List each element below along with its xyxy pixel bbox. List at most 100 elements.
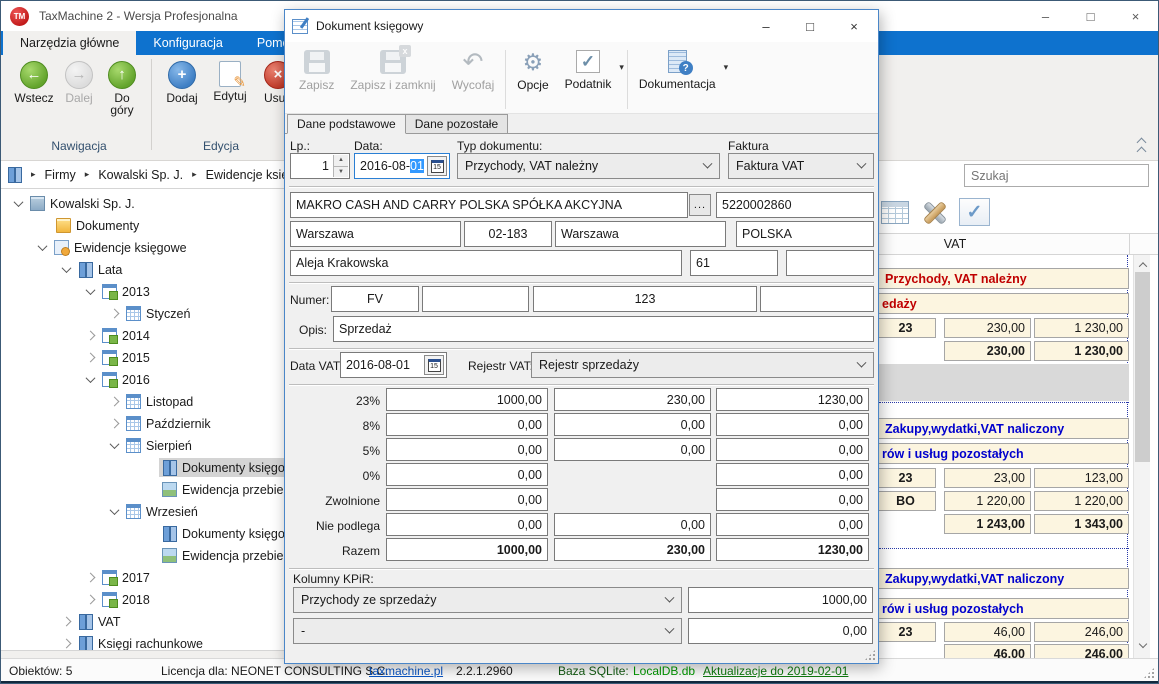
tree-item-pazdziernik[interactable]: Październik xyxy=(111,413,214,434)
street-field[interactable]: Aleja Krakowska xyxy=(290,250,682,276)
chevron-down-icon[interactable] xyxy=(86,285,96,295)
net-total-field[interactable]: 1000,00 xyxy=(386,538,548,561)
up-button[interactable]: ↑ Do góry xyxy=(101,61,143,116)
collapse-ribbon-icon[interactable] xyxy=(1136,137,1146,147)
tree-item-dokumenty[interactable]: Dokumenty xyxy=(53,215,142,236)
date-field[interactable]: 2016-08-01 15 xyxy=(354,153,450,179)
gross-amount-cell[interactable]: 246,00 xyxy=(1034,622,1129,642)
vat-amount-cell[interactable]: 230,00 xyxy=(944,318,1031,338)
tools-icon[interactable] xyxy=(920,199,948,225)
tree-item-2018[interactable]: 2018 xyxy=(87,589,153,610)
gross-total-cell[interactable]: 1 343,00 xyxy=(1034,514,1129,534)
tree-item-2017[interactable]: 2017 xyxy=(87,567,153,588)
gross-amount-cell[interactable]: 1 220,00 xyxy=(1034,491,1129,511)
dialog-minimize-button[interactable]: – xyxy=(744,10,788,42)
kpir-column1-select[interactable]: Przychody ze sprzedaży xyxy=(293,587,682,613)
gross-field[interactable]: 0,00 xyxy=(716,513,869,536)
chevron-down-icon[interactable] xyxy=(86,373,96,383)
gross-amount-cell[interactable]: 1 230,00 xyxy=(1034,318,1129,338)
add-button[interactable]: + Dodaj xyxy=(159,61,205,104)
tree-item-styczen[interactable]: Styczeń xyxy=(111,303,193,324)
net-field[interactable]: 0,00 xyxy=(386,438,548,461)
chevron-right-icon[interactable] xyxy=(110,309,120,319)
kpir-value1-field[interactable]: 1000,00 xyxy=(688,587,873,613)
back-button[interactable]: ← Wstecz xyxy=(11,61,57,104)
tree-item-dokumenty-ksiegowe[interactable]: Dokumenty księgowe xyxy=(159,457,304,478)
kpir-value2-field[interactable]: 0,00 xyxy=(688,618,873,644)
net-field[interactable]: 0,00 xyxy=(386,513,548,536)
post-city-field[interactable]: Warszawa xyxy=(555,221,726,247)
contractor-name-field[interactable]: MAKRO CASH AND CARRY POLSKA SPÓŁKA AKCYJ… xyxy=(290,192,688,218)
vat-field[interactable]: 0,00 xyxy=(554,438,711,461)
updates-link[interactable]: Aktualizacje do 2019-02-01 xyxy=(703,664,848,678)
scroll-up-icon[interactable] xyxy=(1134,257,1151,272)
vat-field[interactable]: 0,00 xyxy=(554,413,711,436)
chevron-right-icon[interactable] xyxy=(86,331,96,341)
minimize-button[interactable]: – xyxy=(1023,1,1068,31)
doc-type-cell[interactable]: Zakupy,wydatki,VAT naliczony xyxy=(879,568,1129,589)
edit-button[interactable]: ✎ Edytuj xyxy=(207,61,253,102)
tree-item-ewidencje-ksiegowe[interactable]: Ewidencje księgowe xyxy=(39,237,190,258)
maximize-button[interactable]: □ xyxy=(1068,1,1113,31)
vat-total-cell[interactable]: 230,00 xyxy=(944,341,1031,361)
number-part3-field[interactable]: 123 xyxy=(533,286,757,312)
doc-type-cell[interactable]: Zakupy,wydatki,VAT naliczony xyxy=(879,418,1129,439)
chevron-down-icon[interactable] xyxy=(62,263,72,273)
chevron-right-icon[interactable] xyxy=(62,617,72,627)
net-field[interactable]: 0,00 xyxy=(386,463,548,486)
number-part1-field[interactable]: FV xyxy=(331,286,419,312)
number-part4-field[interactable] xyxy=(760,286,874,312)
tree-item-sierpien[interactable]: Sierpień xyxy=(111,435,195,456)
register-cell[interactable]: rów i usług pozostałych xyxy=(879,598,1129,619)
description-field[interactable]: Sprzedaż xyxy=(333,316,874,342)
rate-cell[interactable]: 23 xyxy=(879,622,936,642)
contractor-lookup-button[interactable]: ... xyxy=(689,194,711,216)
net-field[interactable]: 1000,00 xyxy=(386,388,548,411)
rate-cell[interactable]: 23 xyxy=(879,468,936,488)
chevron-down-icon[interactable] xyxy=(14,197,24,207)
breadcrumb-item-firmy[interactable]: Firmy xyxy=(45,168,76,182)
tree-item-vat[interactable]: VAT xyxy=(63,611,123,632)
breadcrumb-item-kowalski[interactable]: Kowalski Sp. J. xyxy=(98,168,183,182)
doc-type-select[interactable]: Przychody, VAT należny xyxy=(457,153,720,179)
register-cell[interactable]: edaży xyxy=(879,293,1129,314)
chevron-right-icon[interactable] xyxy=(110,397,120,407)
options-button[interactable]: ⚙ Opcje xyxy=(509,50,556,92)
vat-amount-cell[interactable]: 1 220,00 xyxy=(944,491,1031,511)
chevron-down-icon[interactable] xyxy=(38,241,48,251)
gross-field[interactable]: 0,00 xyxy=(716,413,869,436)
chevron-right-icon[interactable] xyxy=(86,573,96,583)
kpir-column2-select[interactable]: - xyxy=(293,618,682,644)
gross-amount-cell[interactable]: 123,00 xyxy=(1034,468,1129,488)
check-filter-button[interactable]: ✓ xyxy=(959,198,990,226)
tree-item-wrzesien[interactable]: Wrzesień xyxy=(111,501,201,522)
tab-narzedzia-glowne[interactable]: Narzędzia główne xyxy=(3,31,136,55)
vat-amount-cell[interactable]: 23,00 xyxy=(944,468,1031,488)
vat-register-select[interactable]: Rejestr sprzedaży xyxy=(531,352,874,378)
tree-item-listopad[interactable]: Listopad xyxy=(111,391,196,412)
gross-total-cell[interactable]: 1 230,00 xyxy=(1034,341,1129,361)
net-field[interactable]: 0,00 xyxy=(386,488,548,511)
calendar-icon[interactable]: 15 xyxy=(427,156,447,176)
dialog-close-button[interactable]: × xyxy=(832,10,876,42)
gross-field[interactable]: 0,00 xyxy=(716,438,869,461)
scroll-down-icon[interactable] xyxy=(1134,636,1151,651)
country-field[interactable]: POLSKA xyxy=(736,221,874,247)
stepper-arrows[interactable]: ▲▼ xyxy=(333,155,348,177)
chevron-right-icon[interactable] xyxy=(62,639,72,649)
tree-item-ksiegi-rachunkowe[interactable]: Księgi rachunkowe xyxy=(63,633,206,651)
rate-cell[interactable]: 23 xyxy=(879,318,936,338)
gross-field[interactable]: 0,00 xyxy=(716,463,869,486)
vat-total-cell[interactable]: 1 243,00 xyxy=(944,514,1031,534)
tree-item-dokumenty-ksiegowe[interactable]: Dokumenty księgowe xyxy=(159,523,304,544)
nip-field[interactable]: 5220002860 xyxy=(716,192,874,218)
search-input[interactable] xyxy=(964,164,1149,187)
vat-column-header[interactable]: VAT xyxy=(879,234,1031,254)
number-part2-field[interactable] xyxy=(422,286,529,312)
website-link[interactable]: taxmachine.pl xyxy=(369,664,443,678)
scrollbar-thumb[interactable] xyxy=(1135,272,1150,462)
register-cell[interactable]: rów i usług pozostałych xyxy=(879,443,1129,464)
postal-code-field[interactable]: 02-183 xyxy=(464,221,552,247)
tab-dane-podstawowe[interactable]: Dane podstawowe xyxy=(287,114,406,134)
tab-konfiguracja[interactable]: Konfiguracja xyxy=(136,31,240,55)
